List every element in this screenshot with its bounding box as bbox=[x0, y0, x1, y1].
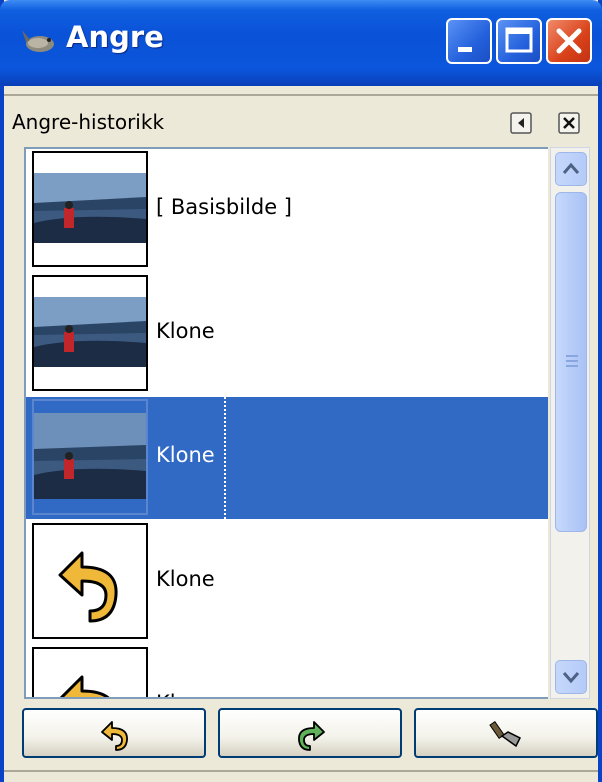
status-line bbox=[4, 770, 598, 772]
history-thumbnail bbox=[32, 275, 148, 391]
history-thumbnail bbox=[32, 647, 148, 697]
history-item-label: Klone bbox=[156, 443, 215, 467]
chevron-down-icon bbox=[562, 672, 580, 684]
history-item-label: Klone bbox=[156, 691, 215, 697]
redo-icon bbox=[298, 721, 325, 751]
undo-icon bbox=[101, 721, 128, 751]
history-list[interactable]: [ Basisbilde ] Klone Klone Klone bbox=[24, 147, 548, 699]
grip-line bbox=[566, 360, 578, 362]
history-item[interactable]: Klone bbox=[26, 645, 548, 697]
scroll-up-button[interactable] bbox=[555, 152, 587, 186]
clear-history-button[interactable] bbox=[414, 708, 598, 758]
history-thumbnail bbox=[32, 399, 148, 515]
tab-menu-icon[interactable] bbox=[510, 112, 532, 134]
close-button[interactable] bbox=[546, 18, 592, 64]
close-icon bbox=[556, 28, 582, 54]
photo-thumbnail-icon bbox=[34, 297, 146, 367]
history-item-label: Klone bbox=[156, 319, 215, 343]
focus-indicator bbox=[224, 397, 226, 519]
gimp-app-icon bbox=[22, 30, 54, 52]
photo-thumbnail-icon bbox=[34, 173, 146, 243]
history-item-selected[interactable]: Klone bbox=[26, 397, 548, 519]
panel-title: Angre-historikk bbox=[12, 110, 165, 134]
minimize-button[interactable] bbox=[446, 18, 492, 64]
vertical-scrollbar[interactable] bbox=[550, 147, 590, 699]
chevron-up-icon bbox=[562, 162, 580, 174]
clear-history-icon bbox=[489, 721, 522, 748]
history-button-bar bbox=[4, 708, 598, 764]
redo-button[interactable] bbox=[218, 708, 402, 758]
undo-history-window: Angre Angre-historikk [Basisbilde] Klo… bbox=[0, 0, 602, 782]
grip-line bbox=[566, 355, 578, 357]
undo-button[interactable] bbox=[22, 708, 206, 758]
window-title: Angre bbox=[66, 20, 164, 54]
maximize-button[interactable] bbox=[496, 18, 542, 64]
undo-arrow-icon bbox=[58, 551, 118, 623]
minimize-icon bbox=[458, 47, 472, 52]
history-thumbnail bbox=[32, 151, 148, 267]
history-item[interactable]: [ Basisbilde ] bbox=[26, 149, 548, 271]
maximize-icon bbox=[505, 27, 533, 53]
title-bar[interactable]: Angre bbox=[0, 0, 602, 86]
scroll-thumb[interactable] bbox=[555, 192, 587, 532]
history-item-label: [ Basisbilde ] bbox=[156, 195, 292, 219]
panel-separator bbox=[4, 86, 598, 96]
history-thumbnail bbox=[32, 523, 148, 639]
grip-line bbox=[566, 365, 578, 367]
undo-arrow-icon bbox=[59, 675, 110, 697]
photo-thumbnail-icon bbox=[34, 413, 146, 499]
history-item[interactable]: Klone bbox=[26, 273, 548, 395]
history-item-label: Klone bbox=[156, 567, 215, 591]
panel-close-icon[interactable] bbox=[558, 112, 580, 134]
scroll-down-button[interactable] bbox=[555, 660, 587, 694]
history-item[interactable]: Klone bbox=[26, 521, 548, 643]
